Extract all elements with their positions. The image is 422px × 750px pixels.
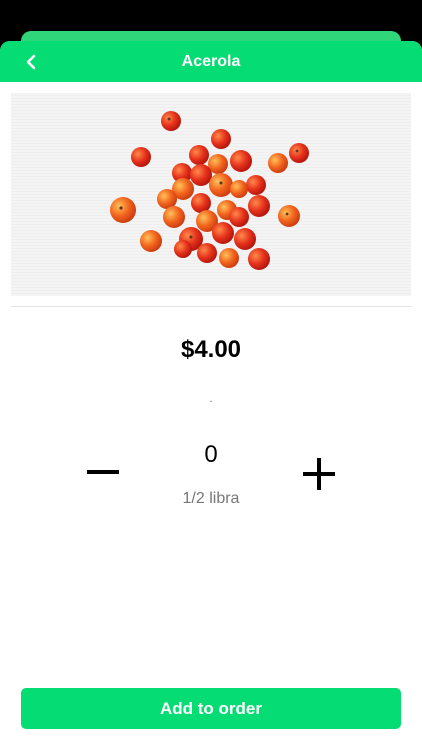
header-bar: Acerola <box>0 41 422 82</box>
quantity-value: 0 <box>204 441 218 468</box>
product-description: . <box>209 391 213 405</box>
product-image <box>11 93 411 296</box>
add-to-order-button[interactable]: Add to order <box>21 688 401 729</box>
divider <box>11 306 411 307</box>
increase-quantity-button[interactable] <box>296 451 342 497</box>
back-button[interactable] <box>18 49 44 75</box>
page-title: Acerola <box>181 52 241 70</box>
quantity-unit: 1/2 libra <box>182 490 240 507</box>
product-price: $4.00 <box>180 336 242 363</box>
chevron-left-icon <box>26 54 36 70</box>
product-sheet: Acerola $4.00 . 0 1/2 libra Add to order <box>0 41 422 750</box>
minus-icon <box>87 470 119 474</box>
